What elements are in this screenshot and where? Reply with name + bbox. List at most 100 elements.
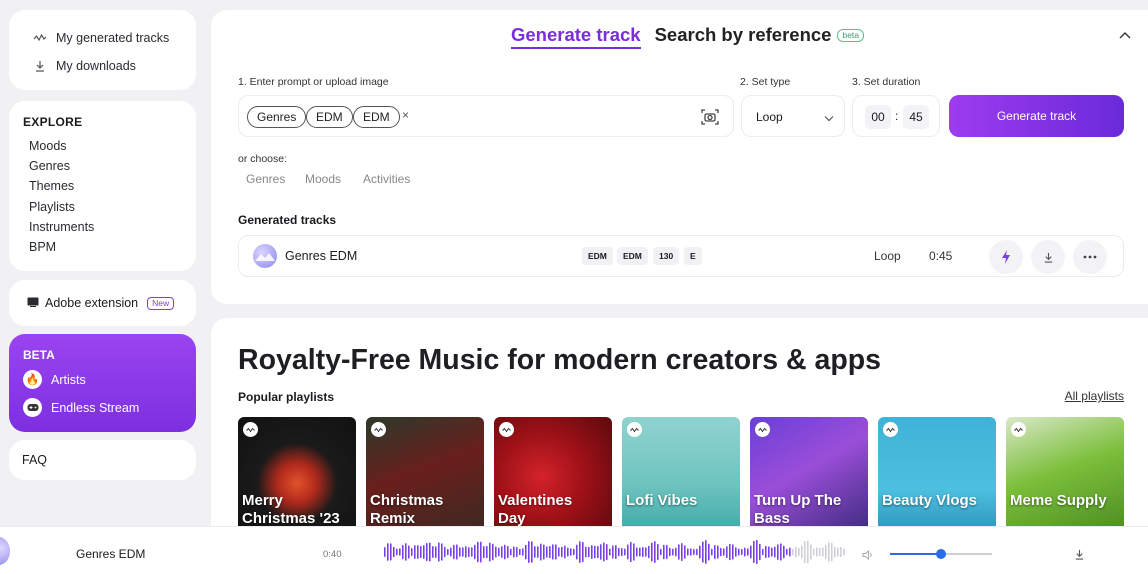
explore-heading: EXPLORE	[23, 115, 83, 129]
playlist-card[interactable]: Valentines Day	[494, 417, 612, 537]
image-upload-icon[interactable]	[700, 107, 720, 127]
volume-slider[interactable]	[890, 549, 992, 559]
track-title: Genres EDM	[285, 249, 358, 263]
my-generated-tracks-link[interactable]: My generated tracks	[32, 30, 169, 46]
waveform-bar	[834, 546, 836, 558]
new-badge: New	[147, 296, 175, 310]
generate-track-button[interactable]: Generate track	[949, 95, 1124, 137]
waveform-bar	[744, 547, 746, 557]
explore-item-moods[interactable]: Moods	[29, 139, 67, 153]
clear-chips-button[interactable]: ×	[402, 108, 409, 122]
waveform-bar	[477, 541, 479, 563]
waveform-bar	[582, 541, 584, 562]
waveform-bar	[567, 547, 569, 557]
playlist-name-line1: Turn Up The	[754, 492, 842, 509]
download-track-button[interactable]	[1031, 240, 1065, 274]
explore-item-themes[interactable]: Themes	[29, 179, 74, 193]
waveform-bar	[816, 547, 818, 557]
waveform-bar	[807, 540, 809, 564]
waveform-bar	[768, 546, 770, 558]
playlist-card[interactable]: Turn Up The Bass	[750, 417, 868, 537]
waveform-bar	[597, 545, 599, 559]
waveform-bar	[531, 541, 533, 563]
beta-item-endless-stream[interactable]: Endless Stream	[23, 398, 139, 417]
player-download-icon[interactable]	[1074, 547, 1085, 565]
lightning-icon	[1002, 250, 1010, 264]
collapse-button[interactable]	[1114, 24, 1136, 46]
explore-item-genres[interactable]: Genres	[29, 159, 70, 173]
playlist-name: Meme Supply	[1010, 492, 1107, 510]
playlist-name: Valentines Day	[498, 492, 572, 528]
explore-item-playlists[interactable]: Playlists	[29, 200, 75, 214]
playlist-card[interactable]: Beauty Vlogs	[878, 417, 996, 537]
prompt-chip[interactable]: Genres	[247, 106, 307, 128]
generated-track-row[interactable]: Genres EDM EDM EDM 130 E Loop 0:45	[238, 235, 1124, 277]
waveform-bar	[408, 545, 410, 559]
chevron-up-icon	[1119, 32, 1131, 39]
adobe-icon	[27, 296, 39, 310]
waveform-bar	[507, 545, 509, 559]
waveform-bar	[492, 543, 494, 561]
faq-card[interactable]: FAQ	[9, 440, 196, 480]
adobe-extension-card[interactable]: Adobe extension New	[9, 280, 196, 326]
waveform-bar	[441, 543, 443, 561]
duration-seconds[interactable]: 45	[903, 105, 929, 129]
waveform-bar	[636, 547, 638, 557]
more-options-button[interactable]	[1073, 240, 1107, 274]
track-tag: 130	[653, 247, 680, 265]
waveform-bar	[528, 541, 530, 563]
waveform-bar	[720, 547, 722, 557]
waveform-bar	[615, 545, 617, 559]
waveform-bar	[591, 545, 593, 559]
explore-item-instruments[interactable]: Instruments	[29, 220, 94, 234]
waveform-bar	[711, 548, 713, 556]
waveform-bar	[648, 545, 650, 559]
waveform-bar	[504, 544, 506, 560]
prompt-input[interactable]: Genres EDM EDM ×	[238, 95, 734, 137]
track-tag: EDM	[582, 247, 613, 265]
remix-button[interactable]	[989, 240, 1023, 274]
playlist-name-line1: Valentines	[498, 492, 573, 509]
choose-genres[interactable]: Genres	[246, 172, 285, 186]
waveform-bar	[678, 544, 680, 560]
waveform-bar	[438, 542, 440, 562]
duration-minutes[interactable]: 00	[865, 105, 891, 129]
waveform-bar	[600, 544, 602, 560]
waveform-bar	[750, 545, 752, 559]
my-downloads-link[interactable]: My downloads	[32, 58, 136, 74]
playlist-card[interactable]: Lofi Vibes	[622, 417, 740, 537]
playlist-card[interactable]: Meme Supply	[1006, 417, 1124, 537]
player-waveform[interactable]	[384, 539, 846, 565]
explore-item-bpm[interactable]: BPM	[29, 240, 56, 254]
waveform-bar	[624, 548, 626, 556]
type-select[interactable]: Loop	[741, 95, 845, 137]
waveform-bar	[489, 542, 491, 562]
step1-label: 1. Enter prompt or upload image	[238, 76, 389, 88]
choose-activities[interactable]: Activities	[363, 172, 410, 186]
waveform-bar	[822, 547, 824, 557]
playlist-card[interactable]: Merry Christmas '23	[238, 417, 356, 537]
volume-icon[interactable]	[862, 547, 874, 565]
waveform-bar	[651, 542, 653, 562]
waveform-bar	[783, 545, 785, 559]
tab-search-by-reference[interactable]: Search by reference	[655, 24, 832, 46]
waveform-bar	[813, 548, 815, 556]
all-playlists-link[interactable]: All playlists	[1065, 389, 1124, 403]
prompt-chip[interactable]: EDM	[306, 106, 353, 128]
waveform-bar	[486, 545, 488, 559]
beta-item-artists[interactable]: 🔥 Artists	[23, 370, 86, 389]
adobe-extension-label: Adobe extension	[45, 296, 139, 310]
waveform-bar	[765, 545, 767, 559]
volume-knob[interactable]	[936, 549, 946, 559]
player-track-title: Genres EDM	[76, 547, 146, 561]
tab-generate-track[interactable]: Generate track	[511, 24, 641, 49]
waveform-bar	[753, 540, 755, 564]
prompt-chip[interactable]: EDM	[353, 106, 400, 128]
track-type: Loop	[874, 249, 901, 263]
playlist-card[interactable]: Christmas Remix	[366, 417, 484, 537]
waveform-bar	[684, 545, 686, 559]
waveform-bar	[681, 543, 683, 561]
choose-moods[interactable]: Moods	[305, 172, 341, 186]
fire-icon: 🔥	[23, 370, 42, 389]
waveform-bar	[699, 545, 701, 559]
